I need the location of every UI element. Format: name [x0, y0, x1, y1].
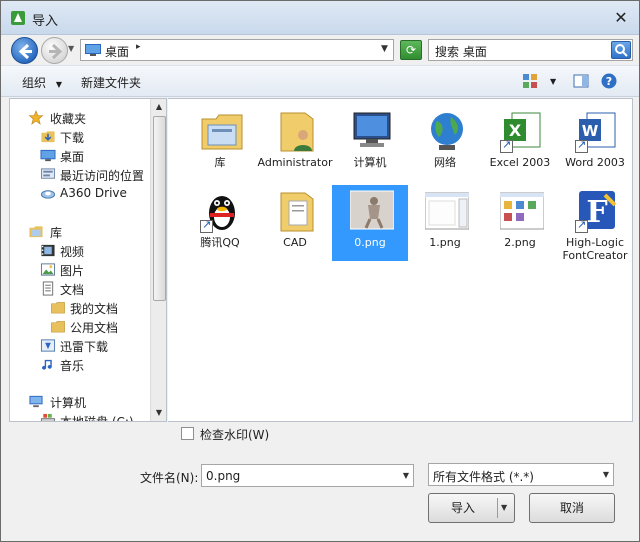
- file-item-1-png[interactable]: 1.png: [407, 185, 483, 261]
- library-icon: [29, 226, 43, 238]
- thunder-download-icon: [40, 339, 56, 352]
- desktop-icon: [85, 44, 101, 56]
- scroll-down-icon[interactable]: ▼: [151, 405, 166, 421]
- svg-text:?: ?: [606, 75, 612, 88]
- close-button[interactable]: ✕: [610, 7, 632, 29]
- window-title: 导入: [32, 14, 59, 29]
- view-options-icon[interactable]: [522, 73, 538, 89]
- file-item-administrator[interactable]: Administrator: [257, 105, 333, 181]
- local-disk-icon: [40, 413, 56, 421]
- folder-icon: [51, 321, 65, 333]
- image-thumbnail-icon: [500, 192, 544, 230]
- recent-places-icon: [40, 168, 56, 179]
- folder-icon: [51, 302, 65, 314]
- desktop-icon: [40, 149, 56, 162]
- view-dropdown-icon[interactable]: ▼: [550, 77, 556, 86]
- filetype-value: 所有文件格式 (*.*): [433, 470, 534, 484]
- video-library-icon: [41, 244, 55, 257]
- back-button[interactable]: [11, 37, 38, 64]
- filename-label: 文件名(N):: [140, 471, 199, 485]
- filename-history-dropdown[interactable]: ▼: [398, 465, 414, 486]
- svg-text:F: F: [586, 195, 607, 230]
- organize-menu[interactable]: 组织 ▼: [22, 74, 62, 91]
- check-watermark-label: 检查水印(W): [200, 428, 270, 442]
- file-item-0-png[interactable]: 0.png: [332, 185, 408, 261]
- title-bar: 导入 ✕: [1, 1, 639, 35]
- recent-pages-dropdown[interactable]: ▼: [68, 44, 78, 56]
- scrollbar-thumb[interactable]: [153, 116, 166, 301]
- user-folder-icon: [280, 112, 314, 152]
- refresh-icon: ⟳: [405, 43, 417, 57]
- navigation-bar: ▼ 桌面 ▸ ▼ ⟳ 搜索 桌面: [1, 35, 639, 65]
- file-item-libraries[interactable]: 库: [182, 105, 258, 181]
- file-item-computer[interactable]: 计算机: [332, 105, 408, 181]
- scroll-up-icon[interactable]: ▲: [151, 99, 166, 115]
- preview-pane-icon[interactable]: [573, 73, 589, 89]
- cancel-button[interactable]: 取消: [529, 493, 615, 523]
- shortcut-arrow-icon: [575, 218, 588, 233]
- file-item-word-2003[interactable]: W Word 2003: [557, 105, 633, 181]
- search-input[interactable]: 搜索 桌面: [435, 43, 487, 60]
- address-bar[interactable]: 桌面 ▸ ▼: [80, 39, 394, 61]
- star-icon: [28, 110, 44, 125]
- import-label: 导入: [450, 501, 475, 515]
- import-button[interactable]: 导入 ▼: [428, 493, 515, 523]
- file-item-cad[interactable]: CAD: [257, 185, 333, 261]
- arrow-right-icon: [49, 43, 63, 60]
- shortcut-arrow-icon: [200, 218, 213, 233]
- address-history-dropdown[interactable]: ▼: [381, 44, 388, 54]
- computer-icon: [29, 395, 43, 408]
- refresh-button[interactable]: ⟳: [400, 40, 422, 60]
- computer-icon: [353, 112, 391, 147]
- check-watermark-checkbox[interactable]: [181, 427, 194, 440]
- cad-folder-icon: [280, 192, 314, 232]
- file-item-high-logic-fontcreator[interactable]: F High-Logic FontCreator: [557, 185, 633, 262]
- image-thumbnail-icon: [350, 190, 394, 230]
- network-globe-icon: [431, 113, 463, 150]
- address-location: 桌面: [105, 45, 130, 59]
- library-folder-icon: [201, 114, 243, 150]
- file-item-network[interactable]: 网络: [407, 105, 483, 181]
- file-item-excel-2003[interactable]: X Excel 2003: [482, 105, 558, 181]
- file-list-pane: 库 Administrator 计算机 网络 X ↗ Excel 2003 W …: [168, 98, 633, 422]
- music-library-icon: [42, 359, 52, 370]
- pictures-library-icon: [40, 263, 56, 276]
- help-icon[interactable]: ?: [601, 73, 617, 89]
- shortcut-arrow-icon: [575, 138, 588, 153]
- chevron-down-icon: ▼: [55, 80, 62, 89]
- file-item-tencent-qq[interactable]: 腾讯QQ: [182, 185, 258, 261]
- arrow-left-icon: [18, 43, 32, 60]
- organize-label: 组织: [22, 76, 47, 90]
- import-dialog: 导入 ✕ ▼ 桌面 ▸ ▼ ⟳ 搜索 桌面 组织 ▼ 新建文件夹 ▼ ? 收藏夹…: [0, 0, 640, 542]
- forward-button[interactable]: [41, 37, 68, 64]
- import-options-dropdown[interactable]: ▼: [501, 494, 507, 522]
- cloud-drive-icon: [40, 190, 56, 199]
- filename-value[interactable]: 0.png: [206, 469, 240, 483]
- navigation-pane: 收藏夹 下载 桌面 最近访问的位置 A360 Drive 库 视频 图片 文档 …: [9, 98, 167, 422]
- split-divider: [497, 498, 498, 518]
- filetype-select[interactable]: 所有文件格式 (*.*) ▼: [428, 463, 614, 486]
- search-box[interactable]: 搜索 桌面: [428, 39, 633, 61]
- file-item-2-png[interactable]: 2.png: [482, 185, 558, 261]
- search-button[interactable]: [611, 41, 631, 59]
- filename-field[interactable]: 0.png ▼: [201, 464, 414, 487]
- chevron-right-icon[interactable]: ▸: [136, 42, 141, 52]
- filetype-dropdown-icon[interactable]: ▼: [598, 464, 614, 485]
- navigation-pane-scrollbar[interactable]: ▲ ▼: [150, 99, 166, 421]
- new-folder-button[interactable]: 新建文件夹: [81, 74, 141, 91]
- documents-library-icon: [42, 281, 54, 296]
- command-toolbar: 组织 ▼ 新建文件夹 ▼ ?: [1, 65, 639, 97]
- image-thumbnail-icon: [425, 192, 469, 230]
- app-icon: [11, 11, 25, 25]
- search-icon: [615, 44, 628, 57]
- downloads-folder-icon: [41, 131, 55, 143]
- shortcut-arrow-icon: [500, 138, 513, 153]
